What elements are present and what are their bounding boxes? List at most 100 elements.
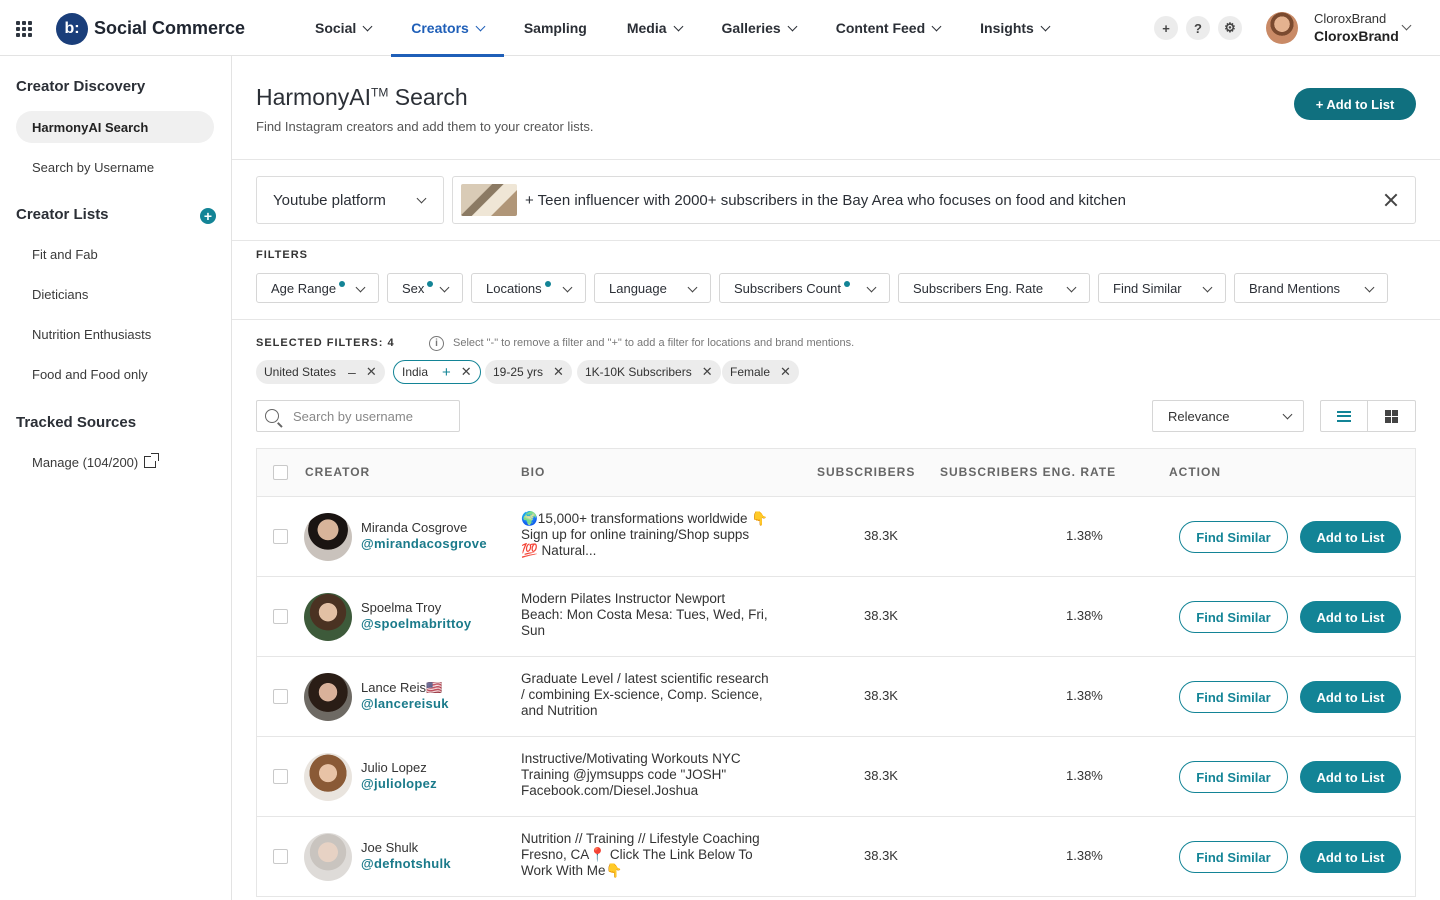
filter-sex[interactable]: Sex [387, 273, 463, 303]
sidebar-item-manage[interactable]: Manage (104/200) [16, 446, 214, 478]
filter-locations[interactable]: Locations [471, 273, 586, 303]
filter-chip-subscribers: 1K-10K Subscribers ✕ [577, 360, 721, 384]
subscriber-count: 38.3K [864, 688, 898, 703]
filter-subscribers-eng-rate[interactable]: Subscribers Eng. Rate [898, 273, 1090, 303]
sidebar-item-list[interactable]: Food and Food only [16, 358, 214, 390]
sidebar-item-list[interactable]: Fit and Fab [16, 238, 214, 270]
add-list-icon[interactable]: + [200, 208, 216, 224]
table-row: Lance Reis🇺🇸 @lancereisuk Graduate Level… [257, 657, 1415, 737]
help-icon[interactable]: ? [1186, 16, 1210, 40]
sort-select[interactable]: Relevance [1152, 400, 1304, 432]
chevron-down-icon [1202, 282, 1213, 293]
divider [232, 240, 1440, 241]
row-checkbox[interactable] [273, 769, 288, 784]
find-similar-button[interactable]: Find Similar [1179, 601, 1288, 633]
filters-label: FILTERS [256, 249, 309, 261]
nav-media[interactable]: Media [607, 0, 702, 56]
add-to-list-button[interactable]: + Add to List [1294, 88, 1416, 120]
creator-handle[interactable]: @spoelmabrittoy [361, 616, 471, 631]
minus-icon[interactable]: – [348, 364, 356, 380]
find-similar-button[interactable]: Find Similar [1179, 761, 1288, 793]
sidebar-heading-discovery: Creator Discovery [16, 78, 146, 95]
divider [232, 319, 1440, 320]
chevron-down-icon[interactable] [1401, 20, 1412, 31]
filter-find-similar[interactable]: Find Similar [1098, 273, 1226, 303]
user-name[interactable]: CloroxBrand [1314, 11, 1386, 26]
filter-brand-mentions[interactable]: Brand Mentions [1234, 273, 1388, 303]
chevron-down-icon [787, 21, 798, 31]
find-similar-button[interactable]: Find Similar [1179, 841, 1288, 873]
sidebar-item-search-by-username[interactable]: Search by Username [16, 151, 214, 183]
row-checkbox[interactable] [273, 529, 288, 544]
close-icon[interactable]: ✕ [553, 364, 564, 380]
nav-insights[interactable]: Insights [960, 0, 1069, 56]
close-icon[interactable]: ✕ [702, 364, 713, 380]
ai-search-query[interactable]: + Teen influencer with 2000+ subscribers… [452, 176, 1416, 224]
sidebar-item-harmonyai-search[interactable]: HarmonyAI Search [16, 111, 214, 143]
avatar [304, 833, 352, 881]
filter-language[interactable]: Language [594, 273, 711, 303]
add-to-list-button[interactable]: Add to List [1300, 681, 1401, 713]
add-to-list-button[interactable]: Add to List [1300, 601, 1401, 633]
creator-handle[interactable]: @defnotshulk [361, 856, 451, 871]
filter-chip-india: India + ✕ [393, 360, 481, 384]
creator-name: Joe Shulk [361, 840, 419, 855]
header-creator: CREATOR [305, 465, 371, 479]
grid-view-button[interactable] [1368, 401, 1415, 431]
sidebar-item-list[interactable]: Dieticians [16, 278, 214, 310]
username-search-input[interactable] [293, 408, 453, 424]
creator-bio: Graduate Level / latest scientific resea… [521, 671, 769, 718]
subscriber-count: 38.3K [864, 528, 898, 543]
nav-content-feed[interactable]: Content Feed [816, 0, 960, 56]
filter-age-range[interactable]: Age Range [256, 273, 379, 303]
apps-grid-icon[interactable] [16, 21, 32, 37]
add-to-list-button[interactable]: Add to List [1300, 761, 1401, 793]
close-icon[interactable]: ✕ [461, 364, 472, 380]
add-to-list-button[interactable]: Add to List [1300, 521, 1401, 553]
query-image-thumbnail [461, 184, 517, 216]
sidebar-heading-lists: Creator Lists [16, 206, 109, 223]
search-icon [265, 409, 279, 423]
grid-icon [1385, 409, 1398, 423]
creator-handle[interactable]: @mirandacosgrove [361, 536, 487, 551]
list-icon [1337, 410, 1351, 422]
selected-filters-hint: Select "-" to remove a filter and "+" to… [453, 337, 855, 349]
sidebar-item-list[interactable]: Nutrition Enthusiasts [16, 318, 214, 350]
close-icon[interactable]: ✕ [366, 364, 377, 380]
nav-creators[interactable]: Creators [391, 0, 504, 57]
subscriber-count: 38.3K [864, 768, 898, 783]
user-brand[interactable]: CloroxBrand [1314, 28, 1399, 44]
active-dot [843, 281, 850, 287]
creator-name: Spoelma Troy [361, 600, 442, 615]
row-checkbox[interactable] [273, 849, 288, 864]
nav-galleries[interactable]: Galleries [702, 0, 816, 56]
find-similar-button[interactable]: Find Similar [1179, 681, 1288, 713]
chevron-down-icon [1066, 282, 1077, 293]
gear-icon[interactable]: ⚙ [1218, 16, 1242, 40]
close-icon[interactable] [1383, 192, 1399, 208]
plus-icon[interactable]: + [442, 364, 451, 381]
add-icon[interactable]: + [1154, 16, 1178, 40]
platform-select[interactable]: Youtube platform [256, 176, 444, 224]
header-eng-rate: SUBSCRIBERS ENG. RATE [940, 465, 1117, 479]
chevron-down-icon [687, 282, 698, 293]
nav-sampling[interactable]: Sampling [504, 0, 607, 56]
find-similar-button[interactable]: Find Similar [1179, 521, 1288, 553]
chevron-down-icon [355, 282, 366, 293]
chevron-down-icon [1364, 282, 1375, 293]
filter-subscribers-count[interactable]: Subscribers Count [719, 273, 890, 303]
creator-handle[interactable]: @juliolopez [361, 776, 437, 791]
subscriber-count: 38.3K [864, 608, 898, 623]
selected-filters-label: SELECTED FILTERS: 4 [256, 337, 395, 349]
add-to-list-button[interactable]: Add to List [1300, 841, 1401, 873]
avatar [304, 673, 352, 721]
row-checkbox[interactable] [273, 689, 288, 704]
close-icon[interactable]: ✕ [780, 364, 791, 380]
brand-logo-icon[interactable]: b: [56, 13, 88, 45]
list-view-button[interactable] [1321, 401, 1369, 431]
select-all-checkbox[interactable] [273, 465, 288, 480]
creator-handle[interactable]: @lancereisuk [361, 696, 449, 711]
user-avatar[interactable] [1266, 12, 1298, 44]
row-checkbox[interactable] [273, 609, 288, 624]
nav-social[interactable]: Social [295, 0, 391, 56]
